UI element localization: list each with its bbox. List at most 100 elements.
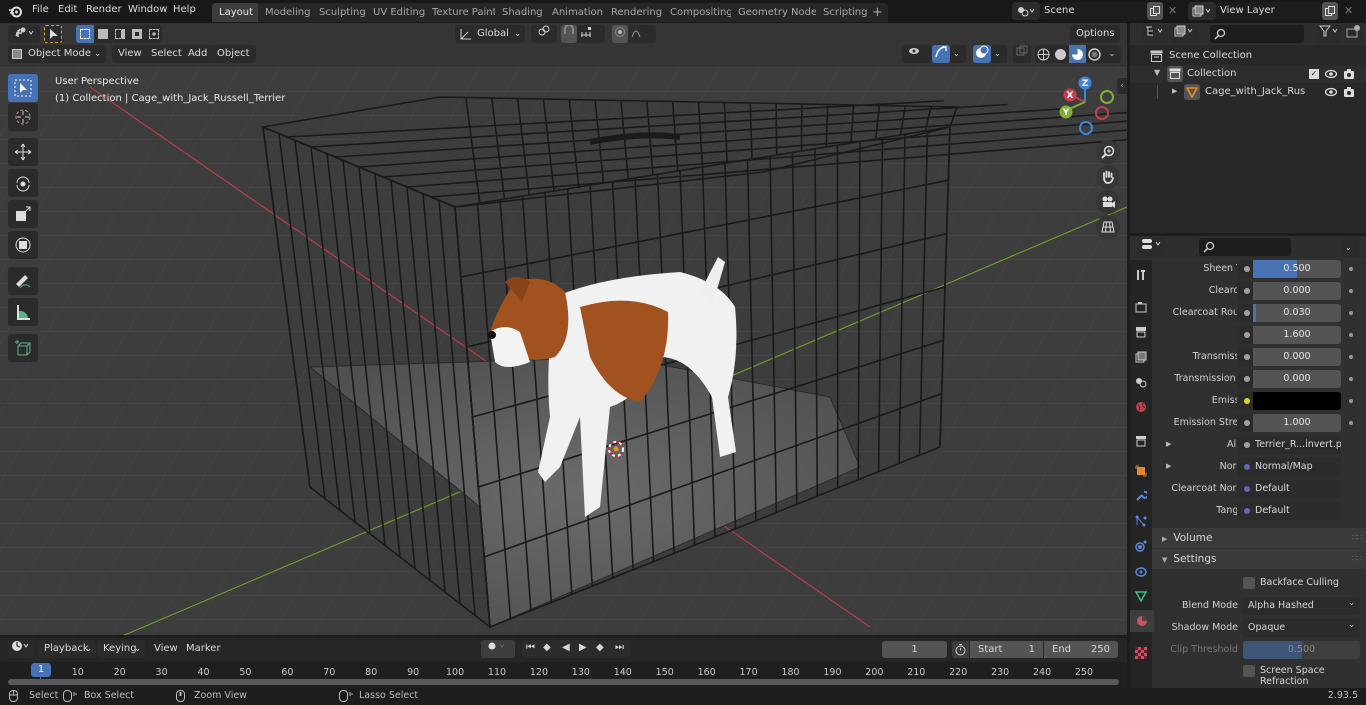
ortho-toggle-button[interactable] — [1096, 215, 1120, 239]
properties-editor-type-dropdown[interactable] — [1138, 238, 1166, 256]
property-value-slider[interactable]: 0.500 — [1253, 260, 1341, 278]
view-layer-name-field[interactable]: View Layer — [1216, 2, 1322, 20]
rendered-shading-button[interactable] — [1086, 45, 1103, 63]
options-dropdown[interactable]: Options — [1070, 25, 1120, 43]
tab-render[interactable] — [1130, 296, 1152, 318]
tool-select-box[interactable] — [8, 74, 38, 102]
proportional-editing-toggle[interactable] — [612, 25, 628, 43]
timeline-menu-marker[interactable]: Marker — [180, 640, 227, 658]
wireframe-shading-button[interactable] — [1035, 45, 1052, 63]
menu-render[interactable]: Render — [86, 4, 122, 15]
xray-toggle[interactable] — [1013, 45, 1031, 63]
eye-icon[interactable] — [1325, 69, 1337, 79]
property-value-slider[interactable]: 0.000 — [1253, 282, 1341, 300]
keyframe-dot-icon[interactable] — [1349, 311, 1353, 315]
linked-input-field[interactable]: Default — [1237, 502, 1341, 520]
drag-handle-icon[interactable]: ∷∷ — [1352, 549, 1362, 569]
scene-type-dropdown[interactable] — [1012, 2, 1040, 20]
keyframe-dot-icon[interactable] — [1349, 355, 1353, 359]
new-collection-button[interactable] — [1344, 25, 1362, 43]
keyframe-dot-icon[interactable] — [1349, 289, 1353, 293]
visibility-dropdown[interactable] — [902, 45, 932, 63]
property-value-slider[interactable]: 0.000 — [1253, 348, 1341, 366]
outliner-row-object[interactable]: ▶ Cage_with_Jack_Russell_ — [1130, 83, 1366, 101]
eye-icon[interactable] — [1325, 87, 1337, 97]
display-mode-dropdown[interactable] — [1171, 25, 1199, 43]
navigation-gizmo[interactable]: Z X Y — [1055, 75, 1120, 137]
jump-prev-keyframe-button[interactable]: ◆ — [543, 642, 551, 653]
tool-scale[interactable] — [8, 200, 38, 228]
snap-target-dropdown[interactable] — [577, 25, 605, 43]
expand-arrow-icon[interactable]: ▶ — [1166, 440, 1171, 448]
scene-name-field[interactable]: Scene — [1040, 2, 1147, 20]
keying-dropdown[interactable]: Keying ⌄ — [97, 640, 145, 658]
blend-mode-dropdown[interactable]: Alpha Hashed ⌄ — [1243, 597, 1360, 615]
tab-view-layer[interactable] — [1130, 346, 1152, 368]
tab-layout[interactable]: Layout — [212, 3, 260, 22]
menu-window[interactable]: Window — [128, 4, 167, 15]
tab-physics[interactable] — [1130, 535, 1152, 557]
delete-scene-icon[interactable]: ✕ — [1168, 4, 1177, 17]
tab-data[interactable] — [1130, 585, 1152, 607]
tab-rendering[interactable]: Rendering — [604, 3, 670, 22]
property-value-slider[interactable]: 0.030 — [1253, 304, 1341, 322]
linked-input-field[interactable]: Terrier_R...invert.png — [1237, 436, 1341, 454]
gizmo-toggle[interactable] — [932, 45, 950, 63]
tab-shading[interactable]: Shading — [495, 3, 550, 22]
tool-cursor[interactable] — [8, 103, 38, 131]
3d-viewport[interactable]: Global ⌄ Options Object Mode ⌄ View Sele… — [0, 23, 1127, 635]
timeline-menu-view[interactable]: View — [148, 640, 184, 658]
shading-dropdown[interactable]: ⌄ — [1103, 45, 1121, 63]
menu-help[interactable]: Help — [173, 4, 196, 15]
tab-modifiers[interactable] — [1130, 485, 1152, 507]
auto-keying-toggle[interactable] — [481, 640, 515, 658]
mode-dropdown[interactable]: Object Mode ⌄ — [8, 45, 106, 63]
add-workspace-button[interactable]: + — [867, 3, 888, 22]
scene-render[interactable] — [0, 67, 1127, 635]
new-scene-button[interactable] — [1147, 2, 1163, 20]
view-layer-type-dropdown[interactable] — [1188, 2, 1216, 20]
expand-arrow-icon[interactable]: ▶ — [1172, 87, 1177, 95]
tool-rotate[interactable] — [8, 169, 38, 197]
playhead[interactable]: 1 — [31, 663, 51, 677]
tab-object[interactable] — [1130, 460, 1152, 482]
zoom-view-button[interactable] — [1096, 140, 1120, 164]
proportional-falloff-dropdown[interactable] — [628, 25, 656, 43]
property-value-slider[interactable]: 1.000 — [1253, 414, 1341, 432]
gizmo-dropdown[interactable]: ⌄ — [950, 45, 966, 63]
invert-selection-button[interactable] — [128, 25, 145, 43]
backface-culling-checkbox[interactable] — [1243, 577, 1255, 589]
solid-shading-button[interactable] — [1052, 45, 1069, 63]
jump-next-keyframe-button[interactable]: ◆ — [596, 642, 604, 653]
pan-view-button[interactable] — [1096, 165, 1120, 189]
outliner-search-input[interactable] — [1210, 25, 1304, 43]
tool-transform[interactable] — [8, 231, 38, 259]
clip-threshold-slider[interactable]: 0.500 — [1243, 641, 1360, 659]
jump-end-button[interactable]: ⏭ — [615, 642, 624, 653]
camera-render-icon[interactable] — [1343, 68, 1355, 80]
linked-input-field[interactable]: Normal/Map — [1237, 458, 1341, 476]
timeline-scrollbar[interactable] — [8, 679, 1119, 685]
tweak-tool-button[interactable] — [44, 25, 62, 43]
intersect-selection-button[interactable] — [145, 25, 162, 43]
new-view-layer-button[interactable] — [1322, 2, 1338, 20]
play-reverse-button[interactable]: ◀ — [562, 642, 570, 653]
keyframe-dot-icon[interactable] — [1349, 267, 1353, 271]
menu-object[interactable]: Object — [211, 45, 256, 63]
drag-handle-icon[interactable]: ∷∷ — [1352, 528, 1362, 548]
keyframe-dot-icon[interactable] — [1349, 421, 1353, 425]
tab-sculpting[interactable]: Sculpting — [312, 3, 373, 22]
tab-modeling[interactable]: Modeling — [258, 3, 318, 22]
play-button[interactable]: ▶ — [579, 642, 587, 653]
outliner-row-collection[interactable]: ▼ Collection ✓ — [1130, 65, 1366, 83]
tab-texture[interactable] — [1130, 642, 1152, 664]
keyframe-dot-icon[interactable] — [1349, 399, 1353, 403]
tab-animation[interactable]: Animation — [545, 3, 610, 22]
shadow-mode-dropdown[interactable]: Opaque ⌄ — [1243, 619, 1360, 637]
blender-logo-icon[interactable] — [8, 4, 23, 19]
current-frame-field[interactable]: 1 — [882, 641, 947, 658]
outliner-row-scene-collection[interactable]: Scene Collection — [1130, 47, 1366, 65]
expand-arrow-icon[interactable]: ▼ — [1154, 68, 1160, 77]
tool-add-cube[interactable] — [8, 334, 38, 362]
panel-volume[interactable]: ▶ Volume ∷∷ — [1152, 528, 1366, 548]
